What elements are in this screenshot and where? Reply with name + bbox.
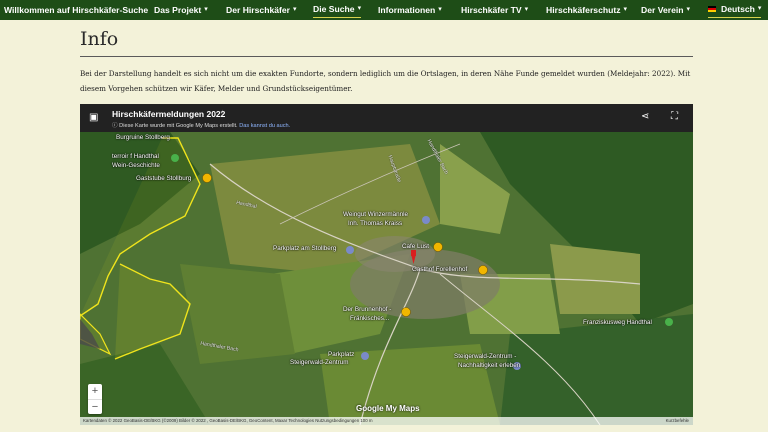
place-marker[interactable]	[478, 265, 488, 275]
map-header: ▣ Hirschkäfermeldungen 2022 ☆ ⓘ Diese Ka…	[80, 104, 693, 132]
brand-link[interactable]: Willkommen auf Hirschkäfer-Suche	[4, 0, 148, 20]
map-label: Steigerwald-Zentrum	[290, 359, 349, 366]
map-subtitle: ⓘ Diese Karte wurde mit Google My Maps e…	[112, 121, 290, 129]
map-footer: Kartendaten © 2022 GeoBasis-DE/BKG (©200…	[80, 417, 693, 425]
place-marker[interactable]	[346, 246, 354, 254]
share-icon[interactable]: ⋖	[641, 111, 649, 122]
map-label: Burgruine Stollberg	[116, 134, 170, 141]
nav-item-label: Informationen	[378, 5, 436, 15]
place-marker[interactable]	[422, 216, 430, 224]
nav-item-label: Der Verein	[641, 5, 684, 15]
map-label: Wein-Geschichte	[112, 162, 160, 169]
map-label: Der Brunnenhof -	[343, 306, 392, 313]
chevron-down-icon: ▾	[623, 6, 628, 13]
nav-item-informationen[interactable]: Informationen ▾	[378, 0, 442, 20]
nav-item-label: Hirschkäferschutz	[546, 5, 621, 15]
top-navigation: Willkommen auf Hirschkäfer-Suche Das Pro…	[0, 0, 768, 20]
chevron-down-icon: ▾	[204, 6, 208, 13]
title-divider	[80, 56, 693, 57]
map-label: Cafe Lust	[402, 243, 429, 250]
map-label: Gasthof Forellenhof	[412, 266, 468, 273]
map-label: terroir f Handthal	[112, 153, 159, 160]
place-marker[interactable]	[665, 318, 673, 326]
zoom-out-button[interactable]: −	[88, 399, 102, 415]
place-marker[interactable]	[401, 307, 411, 317]
info-icon: ⓘ	[112, 123, 118, 129]
chevron-down-icon: ▾	[438, 6, 442, 13]
fullscreen-icon[interactable]: ⛶	[671, 111, 678, 122]
zoom-control: + −	[88, 384, 102, 414]
map-subtitle-text: Diese Karte wurde mit Google My Maps ers…	[119, 123, 238, 129]
embedded-map[interactable]: ▣ Hirschkäfermeldungen 2022 ☆ ⓘ Diese Ka…	[80, 104, 693, 425]
info-paragraph: Bei der Darstellung handelt es sich nich…	[80, 69, 691, 93]
map-label: Gaststube Stollburg	[136, 175, 192, 182]
map-label: Parkplatz	[328, 351, 355, 358]
language-label: Deutsch	[721, 3, 755, 14]
place-marker[interactable]	[361, 352, 369, 360]
chevron-down-icon: ▾	[524, 6, 529, 13]
place-marker[interactable]	[171, 154, 179, 162]
nav-item-label: Der Hirschkäfer	[226, 5, 291, 15]
map-label: Inh. Thomas Kraiss	[348, 220, 403, 227]
chevron-down-icon: ▾	[686, 6, 691, 13]
nav-item-der-hirschkaefer[interactable]: Der Hirschkäfer ▾	[226, 0, 297, 20]
nav-item-die-suche[interactable]: Die Suche ▾	[313, 0, 362, 18]
zoom-in-button[interactable]: +	[88, 384, 102, 399]
nav-item-hirschkaeferschutz[interactable]: Hirschkäferschutz ▾	[546, 0, 627, 20]
place-marker[interactable]	[202, 173, 212, 183]
nav-item-das-projekt[interactable]: Das Projekt ▾	[154, 0, 208, 20]
map-label: Weingut Winzermännle	[343, 211, 408, 218]
map-label: Nachhaltigkeit erleben	[458, 362, 521, 369]
map-label: Fränkisches...	[350, 315, 390, 322]
chevron-down-icon: ▾	[293, 6, 297, 13]
map-title: Hirschkäfermeldungen 2022	[112, 109, 226, 119]
google-my-maps-logo: Google My Maps	[356, 404, 420, 413]
map-attribution: Kartendaten © 2022 GeoBasis-DE/BKG (©200…	[83, 418, 373, 423]
map-label: Parkplatz am Stollberg	[273, 245, 337, 252]
map-satellite-view[interactable]	[80, 104, 693, 425]
language-selector[interactable]: Deutsch ▾	[708, 0, 762, 18]
nav-item-label: Die Suche	[313, 3, 355, 14]
keyboard-shortcuts-link[interactable]: Kurzbefehle	[666, 417, 689, 425]
chevron-down-icon: ▾	[757, 4, 762, 12]
chevron-down-icon: ▾	[357, 4, 362, 12]
page-title: Info	[80, 28, 119, 50]
info-icon[interactable]: ☆	[220, 109, 225, 116]
map-label: Steigerwald-Zentrum -	[454, 353, 517, 360]
sidebar-toggle-icon[interactable]: ▣	[89, 112, 98, 123]
map-label: Franziskusweg Handthal	[583, 319, 652, 326]
german-flag-icon	[708, 5, 716, 12]
nav-item-der-verein[interactable]: Der Verein ▾	[641, 0, 690, 20]
place-marker[interactable]	[433, 242, 443, 252]
nav-item-label: Hirschkäfer TV	[461, 5, 522, 15]
nav-item-hirschkaefer-tv[interactable]: Hirschkäfer TV ▾	[461, 0, 528, 20]
nav-item-label: Das Projekt	[154, 5, 202, 15]
map-subtitle-link[interactable]: Das kannst du auch.	[239, 123, 290, 129]
